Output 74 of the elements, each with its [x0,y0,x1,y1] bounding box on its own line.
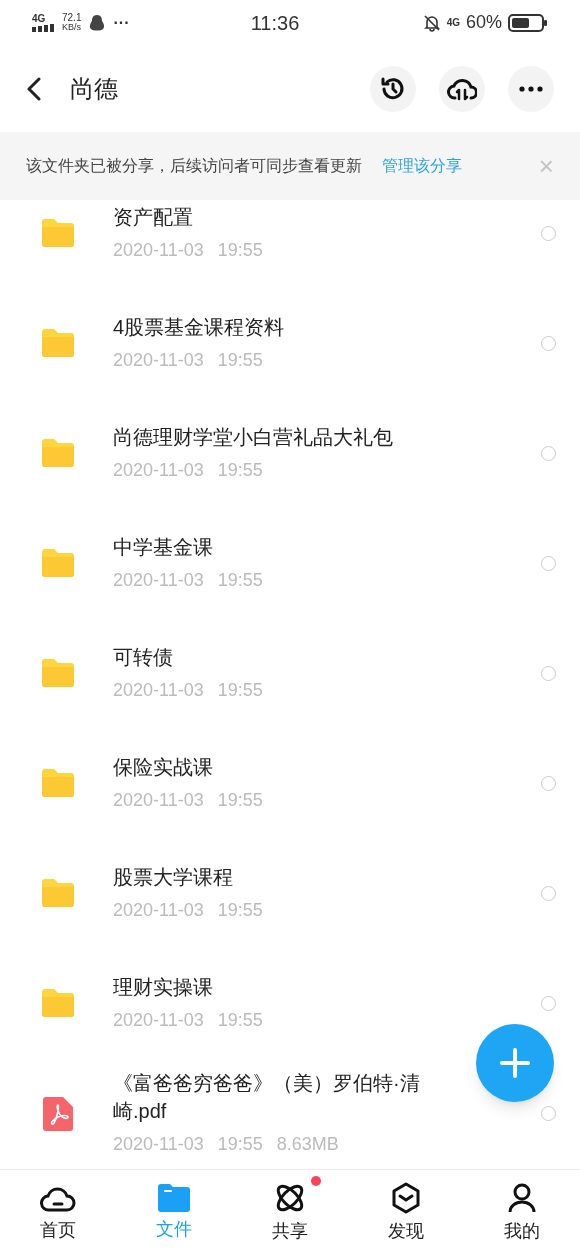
file-name: 可转债 [113,644,174,670]
file-row[interactable]: 股票大学课程 2020-11-03 19:55 [0,838,580,948]
folder-icon [40,878,76,908]
file-name: 资产配置 [113,204,194,230]
file-name: 尚德理财学堂小白营礼品大礼包 [113,424,394,450]
tab-bar-item[interactable]: 首页 [0,1170,116,1257]
file-name: 股票大学课程 [113,864,234,890]
file-time: 19:55 [217,898,263,922]
person-icon [507,1182,537,1214]
folder-icon [40,218,76,248]
folder-icon [40,548,76,578]
file-date: 2020-11-03 [113,1133,204,1156]
banner-message: 该文件夹已被分享，后续访问者可同步查看更新 [26,156,362,176]
history-button[interactable] [370,65,416,112]
battery-percent: 60% [465,11,502,34]
file-row[interactable]: 资产配置 2020-11-03 19:55 [0,200,580,288]
file-date: 2020-11-03 [113,348,204,372]
file-time: 19:55 [217,678,263,702]
signal-icon [32,23,54,32]
file-time: 19:55 [217,458,263,482]
file-time: 19:55 [217,788,263,812]
file-row[interactable]: 尚德理财学堂小白营礼品大礼包 2020-11-03 19:55 [0,398,580,508]
file-row[interactable]: 中学基金课 2020-11-03 19:55 [0,508,580,618]
battery-icon [508,13,548,32]
clock: 11:36 [249,10,301,36]
file-name: 4股票基金课程资料 [113,314,286,340]
file-date: 2020-11-03 [113,238,204,262]
file-date: 2020-11-03 [113,568,204,592]
file-row[interactable]: 4股票基金课程资料 2020-11-03 19:55 [0,288,580,398]
tab-bar-item[interactable]: 我的 [464,1170,580,1257]
file-date: 2020-11-03 [113,1008,204,1032]
tab-bar-item[interactable]: 共享 [232,1170,348,1257]
more-button[interactable] [508,65,554,112]
folder-icon [40,768,76,798]
folder-icon [40,438,76,468]
more-indicator: ··· [113,12,130,33]
more-icon [519,85,543,92]
file-date: 2020-11-03 [113,788,204,812]
hexagon-icon [391,1182,421,1214]
add-button[interactable] [476,1024,554,1102]
bell-muted-icon [422,13,441,32]
back-icon [26,76,42,101]
folder-icon [158,1184,190,1212]
file-time: 19:55 [217,1133,263,1156]
pdf-file-icon [43,1096,73,1131]
folder-icon [40,328,76,358]
file-time: 19:55 [217,348,263,372]
penguin-icon [89,13,106,32]
file-row[interactable]: 保险实战课 2020-11-03 19:55 [0,728,580,838]
file-name: 保险实战课 [113,754,214,780]
speed-unit: KB/s [62,23,82,32]
cloud-sync-button[interactable] [439,65,485,112]
speed-value: 72.1 [62,13,82,23]
folder-icon [40,988,76,1018]
page-title: 尚德 [70,73,119,104]
file-date: 2020-11-03 [113,898,204,922]
network-label: 4G [446,16,460,30]
network-label: 4G [32,13,46,24]
history-icon [380,75,406,102]
file-time: 19:55 [217,1008,263,1032]
file-name: 中学基金课 [113,534,214,560]
tab-bar-item[interactable]: 发现 [348,1170,464,1257]
file-name: 《富爸爸穷爸爸》（美）罗伯特·清崎.pdf [113,1071,421,1124]
file-time: 19:55 [217,568,263,592]
file-size: 8.63MB [276,1133,339,1156]
file-row[interactable]: 可转债 2020-11-03 19:55 [0,618,580,728]
file-date: 2020-11-03 [113,678,204,702]
file-time: 19:55 [217,238,263,262]
folder-icon [40,658,76,688]
atom-icon [274,1182,306,1214]
file-row[interactable]: 理财实操课 2020-11-03 19:55 [0,948,580,1058]
file-date: 2020-11-03 [113,458,204,482]
plus-icon [500,1048,530,1078]
file-name: 理财实操课 [113,974,214,1000]
